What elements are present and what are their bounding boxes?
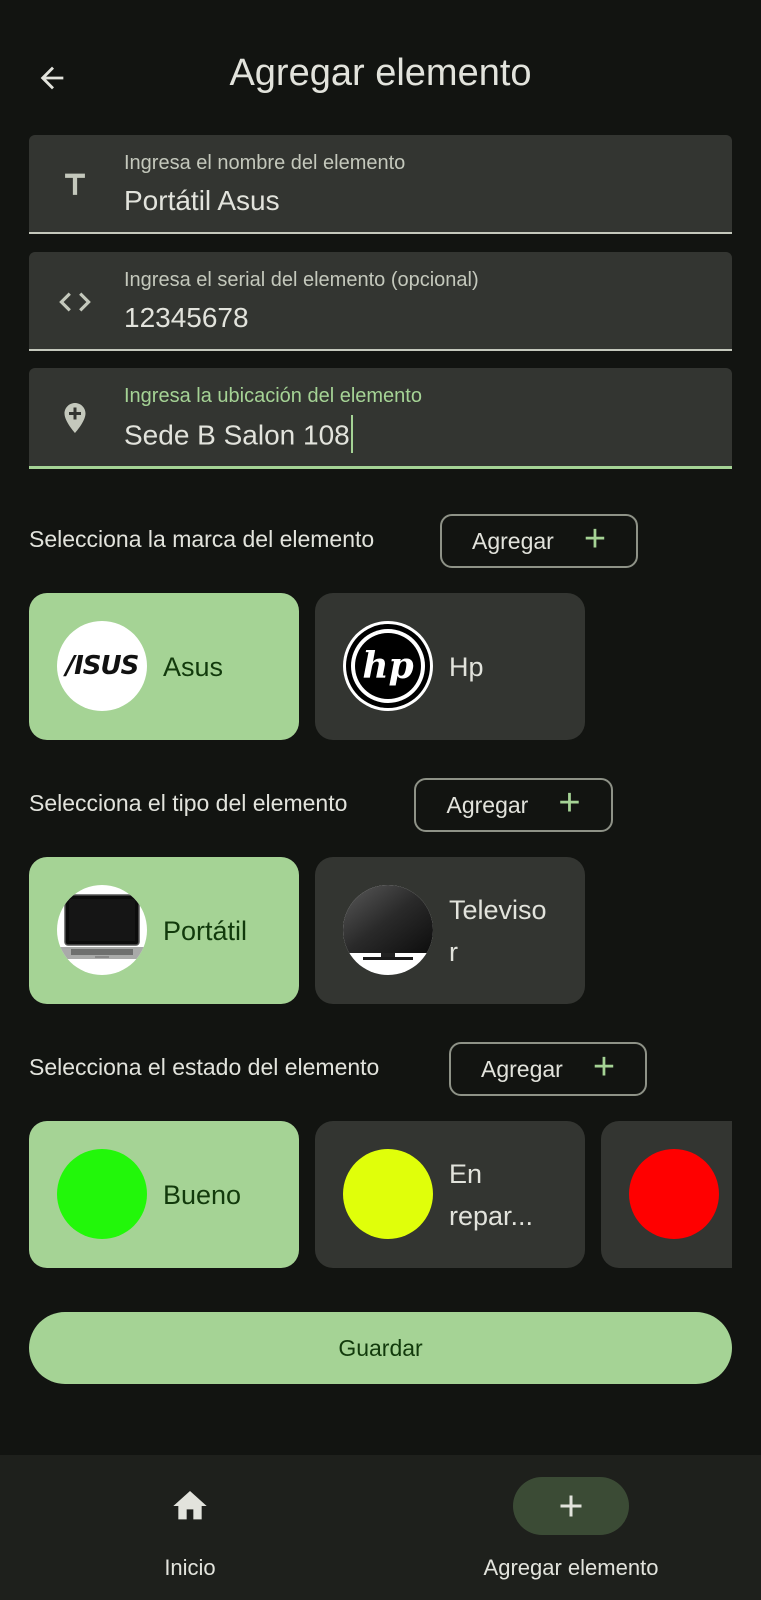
location-field-value: Sede B Salon 108 (124, 415, 353, 456)
nav-icon-container (132, 1477, 248, 1535)
location-field-text: Sede B Salon 108 (124, 419, 350, 451)
location-field[interactable]: Ingresa la ubicación del elemento Sede B… (29, 368, 732, 469)
state-color-dot (57, 1149, 147, 1239)
state-section-label: Selecciona el estado del elemento (29, 1054, 380, 1080)
type-card-portatil[interactable]: Portátil (29, 857, 299, 1004)
brand-card-label: Asus (163, 651, 224, 682)
bottom-navigation: Inicio Agregar elemento (0, 1455, 761, 1600)
home-icon (173, 1491, 207, 1520)
add-location-icon (55, 398, 95, 438)
brand-section-label: Selecciona la marca del elemento (29, 526, 375, 552)
location-field-label: Ingresa la ubicación del elemento (124, 385, 422, 407)
nav-label: Inicio (164, 1555, 216, 1580)
state-card-label: Bueno (163, 1179, 242, 1210)
add-brand-button-label: Agregar (471, 527, 554, 554)
top-app-bar: Agregar elemento (0, 0, 761, 150)
tv-image (343, 885, 433, 975)
text-cursor (350, 415, 353, 453)
state-card-bueno[interactable]: Bueno (29, 1121, 299, 1268)
laptop-image (57, 885, 147, 975)
code-icon (55, 282, 95, 322)
serial-field-value: 12345678 (124, 302, 249, 333)
brand-card-label: Hp (449, 651, 484, 682)
name-field-label: Ingresa el nombre del elemento (124, 152, 406, 174)
state-card-third[interactable] (601, 1121, 732, 1268)
add-type-button[interactable]: Agregar + (414, 778, 613, 832)
type-card-label: Portátil (163, 915, 248, 946)
nav-item-agregar-elemento[interactable]: Agregar elemento (381, 1455, 761, 1600)
plus-icon: + (558, 782, 581, 824)
serial-field[interactable]: Ingresa el serial del elemento (opcional… (29, 252, 732, 351)
brand-card-asus[interactable]: /ISUS Asus (29, 593, 299, 740)
asus-logo: /ISUS (57, 621, 147, 711)
type-section-label: Selecciona el tipo del elemento (29, 790, 348, 816)
type-card-televisor[interactable]: Televisor (315, 857, 585, 1004)
serial-field-label: Ingresa el serial del elemento (opcional… (124, 269, 479, 291)
name-field-value: Portátil Asus (124, 185, 280, 216)
nav-icon-container (513, 1477, 629, 1535)
state-card-row: Bueno En repar... (0, 1121, 732, 1268)
state-card-en-reparacion[interactable]: En repar... (315, 1121, 585, 1268)
nav-label: Agregar elemento (483, 1555, 659, 1580)
state-color-dot (343, 1149, 433, 1239)
plus-icon: + (592, 1046, 616, 1088)
add-brand-button[interactable]: Agregar + (440, 514, 638, 568)
nav-item-inicio[interactable]: Inicio (0, 1455, 380, 1600)
add-state-button-label: Agregar (480, 1055, 563, 1082)
add-state-button[interactable]: Agregar + (449, 1042, 647, 1096)
state-card-label: En repar... (449, 1158, 534, 1231)
page-title: Agregar elemento (229, 52, 532, 94)
hp-logo: hp (343, 621, 433, 711)
add-type-button-label: Agregar (446, 791, 529, 818)
plus-icon (560, 1495, 582, 1517)
name-field[interactable]: Ingresa el nombre del elemento Portátil … (29, 135, 732, 234)
state-color-dot (629, 1149, 719, 1239)
plus-icon: + (583, 518, 607, 560)
type-card-label: Televisor (449, 894, 547, 967)
brand-card-hp[interactable]: hp Hp (315, 593, 585, 740)
save-button[interactable]: Guardar (29, 1312, 732, 1384)
text-icon (55, 165, 95, 205)
